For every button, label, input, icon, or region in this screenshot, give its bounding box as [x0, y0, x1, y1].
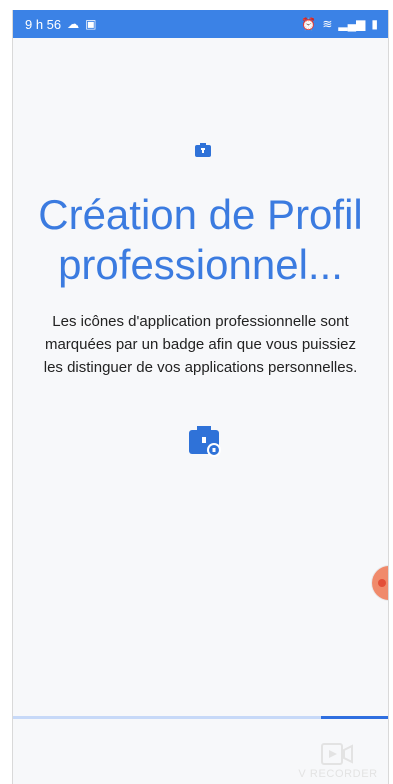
alarm-icon: ⏰ — [301, 17, 317, 31]
work-profile-setup: Création de Profil professionnel... Les … — [13, 38, 388, 784]
recorder-floating-button[interactable] — [372, 566, 388, 600]
recorder-watermark: V RECORDER — [298, 742, 378, 784]
signal-icon: ▂▄▆ — [338, 17, 366, 31]
video-icon: ▣ — [85, 17, 97, 31]
status-time: 9 h 56 — [25, 16, 62, 32]
setup-progress-bar — [13, 716, 388, 719]
watermark-text: V RECORDER — [298, 768, 378, 780]
badge-description: Les icônes d'application professionnelle… — [43, 313, 358, 376]
work-badge-icon — [189, 426, 221, 457]
setup-progress-fill — [320, 716, 388, 719]
battery-icon: ▮ — [371, 17, 378, 31]
record-dot-icon — [378, 579, 386, 587]
page-title: Création de Profil professionnel... — [38, 191, 363, 288]
phone-screen: 9 h 56 ☁ ▣ ⏰ ≋ ▂▄▆ ▮ Création de Profil … — [12, 10, 389, 784]
wifi-icon: ≋ — [322, 17, 333, 31]
video-recorder-icon — [321, 743, 353, 765]
status-bar: 9 h 56 ☁ ▣ ⏰ ≋ ▂▄▆ ▮ — [13, 10, 388, 38]
briefcase-icon — [195, 143, 211, 157]
cloud-icon: ☁ — [67, 17, 80, 31]
